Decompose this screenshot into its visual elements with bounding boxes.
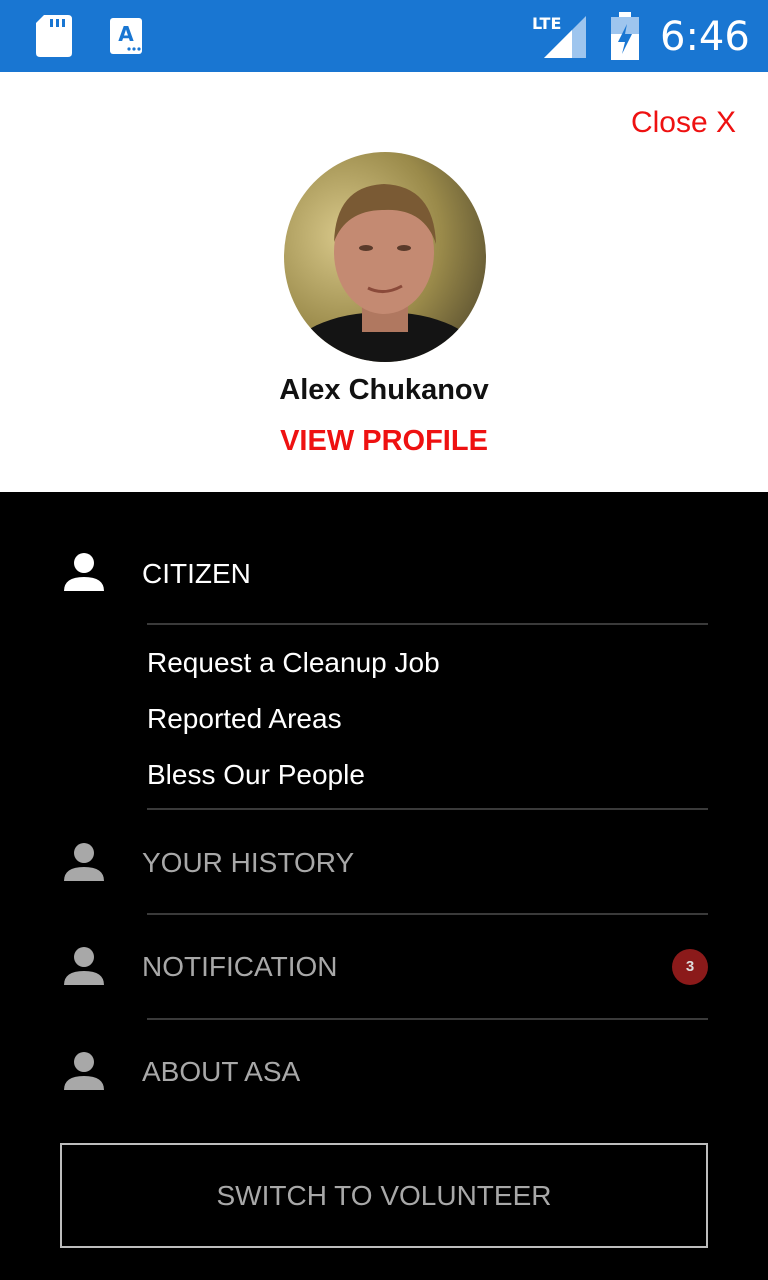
lte-signal-icon: LTE [532, 14, 586, 58]
person-icon [64, 1052, 104, 1090]
avatar-photo [284, 152, 486, 362]
divider [147, 808, 708, 810]
menu-label-your-history: YOUR HISTORY [142, 847, 355, 878]
divider [147, 1018, 708, 1020]
switch-to-volunteer-button[interactable]: SWITCH TO VOLUNTEER [60, 1143, 708, 1248]
person-icon [64, 947, 104, 985]
person-icon [64, 843, 104, 881]
divider [147, 623, 708, 625]
menu-label-citizen: CITIZEN [142, 558, 251, 589]
menu-label-about-asa: ABOUT ASA [142, 1056, 301, 1087]
view-profile-link[interactable]: VIEW PROFILE [0, 425, 768, 458]
menu-item-notification[interactable]: NOTIFICATION 3 [0, 928, 768, 1008]
divider [147, 913, 708, 915]
svg-text:A: A [118, 22, 134, 46]
navigation-menu: CITIZEN Request a Cleanup Job Reported A… [0, 492, 768, 1280]
svg-text:LTE: LTE [532, 14, 561, 33]
submenu-request-cleanup-job[interactable]: Request a Cleanup Job [147, 643, 440, 683]
avatar [284, 152, 486, 362]
sd-card-icon [36, 15, 72, 57]
close-button[interactable]: Close X [631, 106, 736, 140]
menu-item-about-asa[interactable]: ABOUT ASA [0, 1033, 768, 1113]
person-icon [64, 553, 104, 591]
menu-item-your-history[interactable]: YOUR HISTORY [0, 824, 768, 904]
menu-label-notification: NOTIFICATION [142, 951, 338, 982]
battery-charging-icon [611, 12, 639, 60]
notification-badge: 3 [672, 949, 708, 985]
submenu-reported-areas[interactable]: Reported Areas [147, 699, 342, 739]
status-bar: A LTE 6:46 [0, 0, 768, 72]
keyboard-a-icon: A [110, 18, 142, 54]
clock: 6:46 [660, 14, 750, 60]
profile-header: Close X Alex Chukanov VIEW PROFILE [0, 72, 768, 492]
menu-item-citizen[interactable]: CITIZEN [0, 534, 768, 614]
user-name: Alex Chukanov [279, 374, 489, 406]
submenu-bless-our-people[interactable]: Bless Our People [147, 755, 365, 795]
